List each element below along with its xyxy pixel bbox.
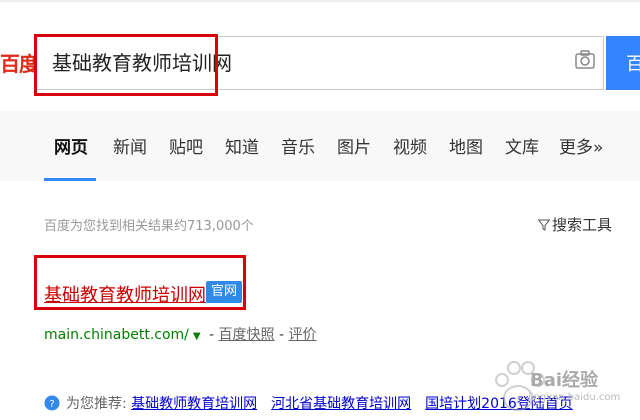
funnel-icon — [538, 219, 550, 231]
search-button[interactable]: 百 — [606, 36, 640, 90]
result-url-line: main.chinabett.com/ ▼ - 百度快照 - 评价 — [44, 324, 317, 344]
result-count: 百度为您找到相关结果约713,000个 — [44, 219, 254, 234]
review-link[interactable]: 评价 — [289, 327, 317, 343]
info-icon: ? — [44, 395, 60, 411]
tab-more[interactable]: 更多» — [559, 133, 603, 158]
snapshot-link[interactable]: 百度快照 — [219, 327, 275, 343]
tab-zhidao[interactable]: 知道 — [225, 133, 259, 158]
result-url: main.chinabett.com/ — [44, 327, 189, 343]
watermark-subtext: jingyan.baidu.com — [528, 392, 621, 403]
recommendations-prefix: 为您推荐: — [66, 396, 127, 412]
tab-news[interactable]: 新闻 — [113, 133, 147, 158]
separator: - — [274, 327, 289, 343]
search-tools-label: 搜索工具 — [552, 216, 613, 234]
top-border — [0, 0, 640, 2]
svg-text:?: ? — [49, 399, 54, 410]
tab-wenku[interactable]: 文库 — [505, 133, 539, 158]
chevron-down-icon[interactable]: ▼ — [193, 331, 201, 342]
tab-map[interactable]: 地图 — [449, 133, 483, 158]
tab-images[interactable]: 图片 — [337, 133, 371, 158]
tabs-bar — [0, 111, 640, 181]
official-badge[interactable]: 官网 — [206, 281, 243, 303]
tab-tieba[interactable]: 贴吧 — [169, 133, 203, 158]
camera-icon[interactable] — [573, 48, 597, 72]
recommendation-link[interactable]: 河北省基础教育培训网 — [271, 396, 411, 412]
search-input-value[interactable]: 基础教育教师培训网 — [52, 47, 232, 76]
search-tools-button[interactable]: 搜索工具 — [538, 214, 612, 235]
tab-music[interactable]: 音乐 — [281, 133, 315, 158]
baidu-logo[interactable]: 百度 — [0, 48, 39, 77]
recommendation-link[interactable]: 基础教师教育培训网 — [131, 396, 257, 412]
tab-web[interactable]: 网页 — [54, 133, 88, 158]
watermark-text: Bai经验 — [530, 370, 599, 391]
active-tab-indicator — [44, 178, 96, 181]
separator: - — [204, 327, 219, 343]
result-title-link[interactable]: 基础教育教师培训网 — [44, 281, 206, 307]
tab-video[interactable]: 视频 — [393, 133, 427, 158]
